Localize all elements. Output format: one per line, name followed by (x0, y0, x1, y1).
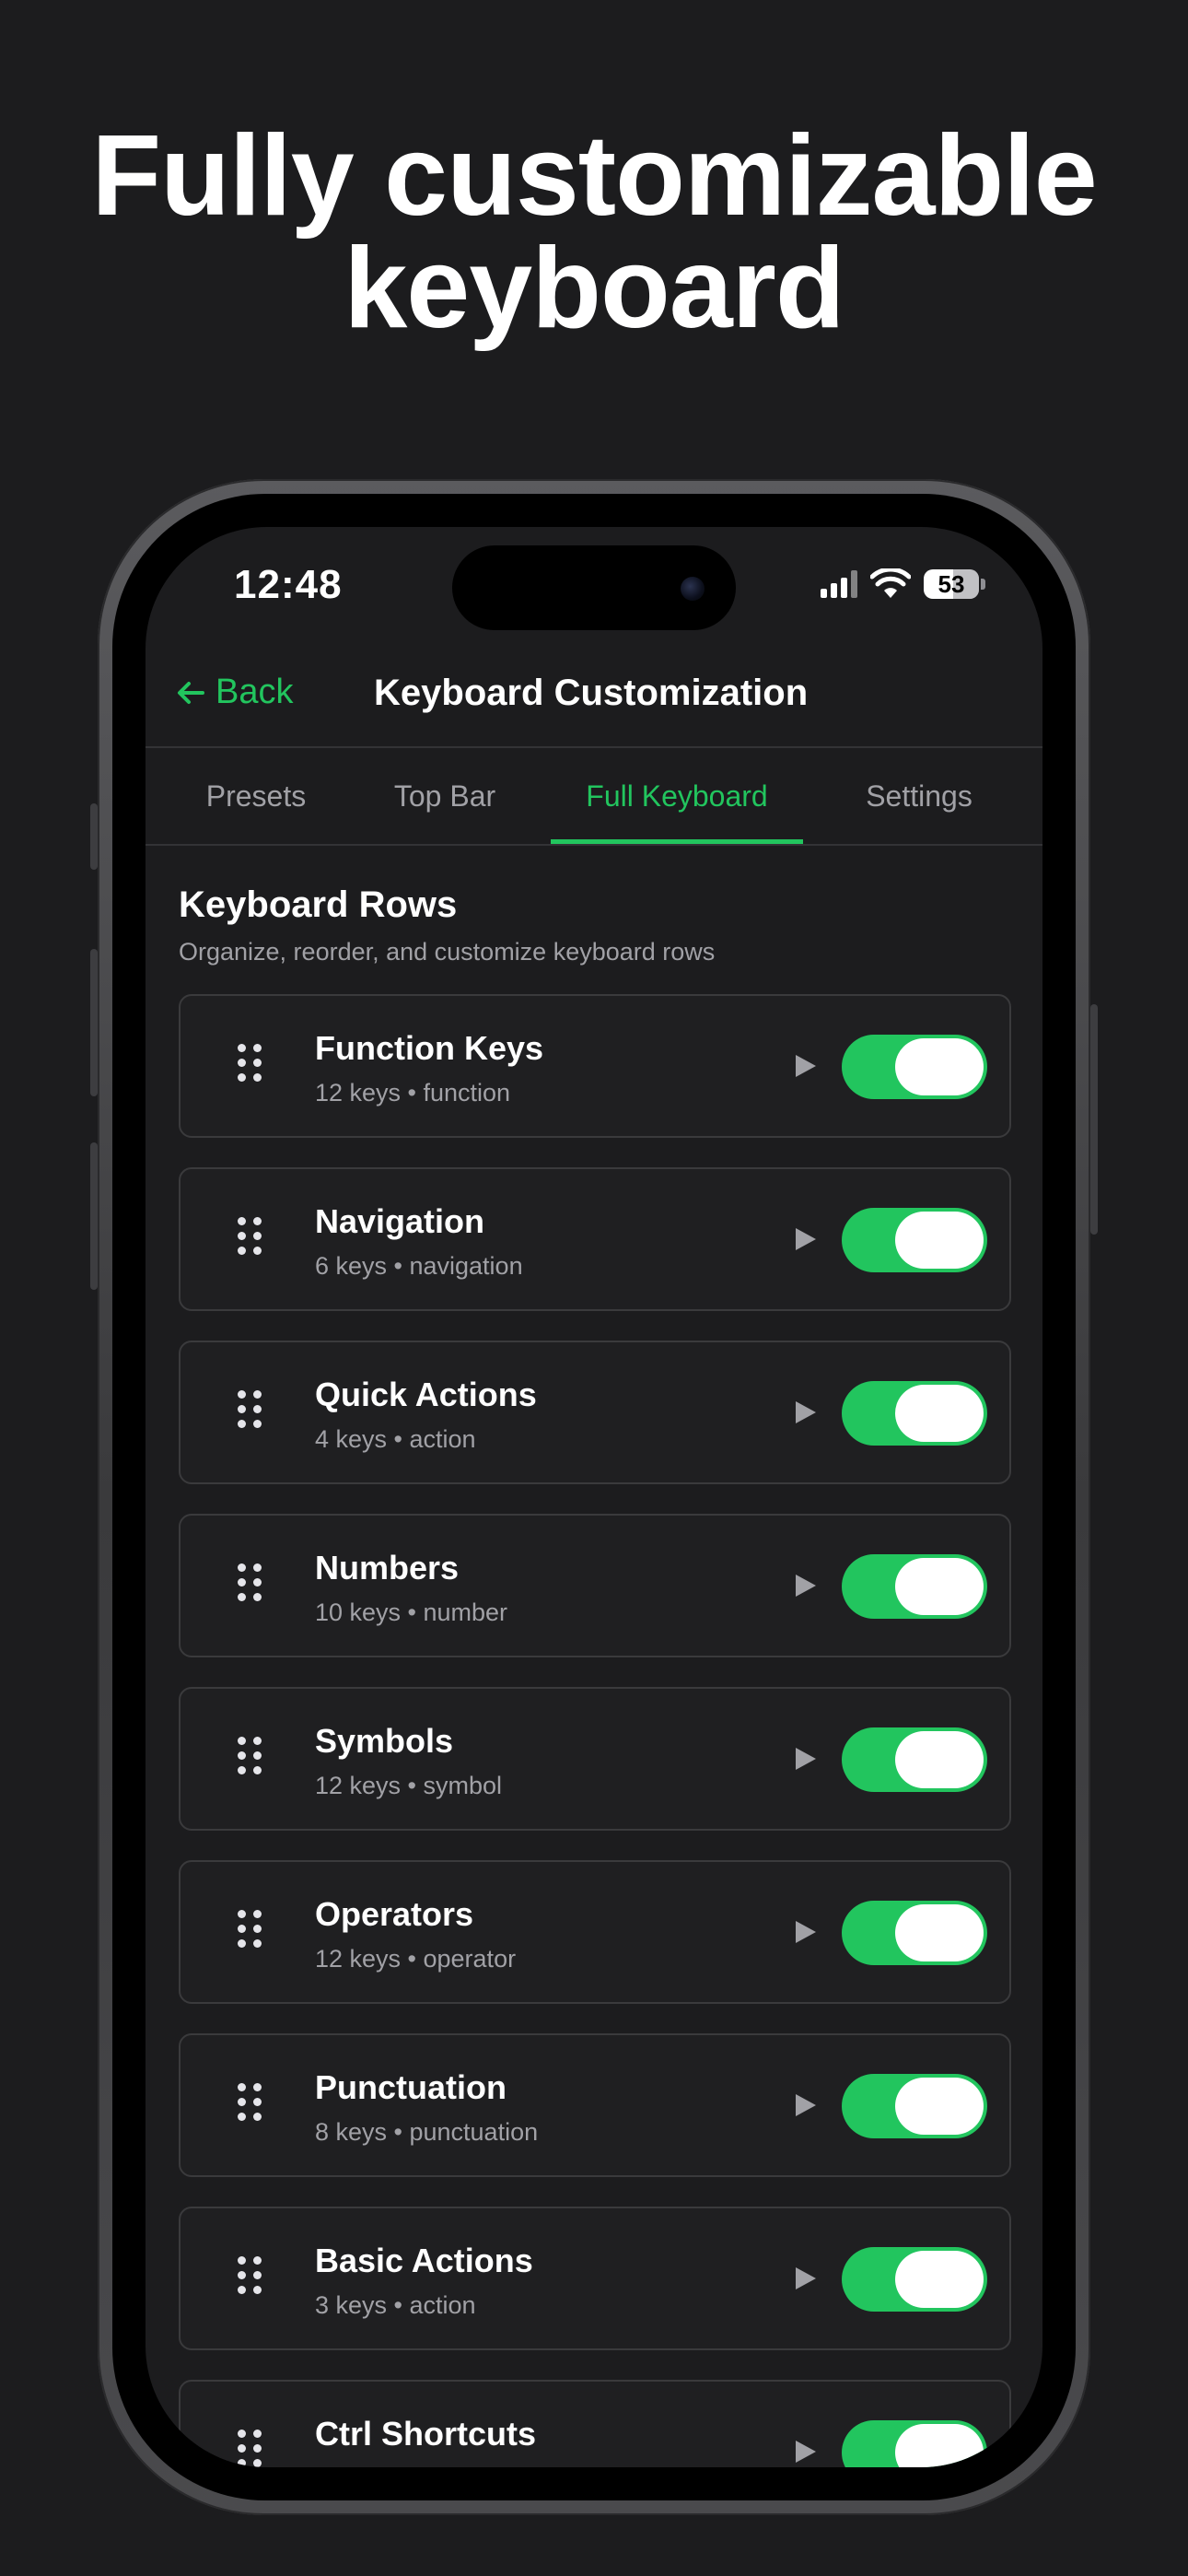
list-item[interactable]: Operators 12 keys • operator (179, 1860, 1011, 2004)
row-meta: 12 keys • operator (315, 1945, 517, 1973)
headline: Fully customizable keyboard (0, 112, 1188, 352)
row-toggle[interactable] (842, 1727, 987, 1792)
drag-handle-icon[interactable] (238, 1910, 262, 1954)
dynamic-island (452, 545, 736, 630)
row-title: Ctrl Shortcuts (315, 2415, 537, 2453)
status-indicators: 53 (821, 566, 985, 603)
list-item[interactable]: Punctuation 8 keys • punctuation (179, 2033, 1011, 2177)
row-toggle[interactable] (842, 1035, 987, 1099)
battery-level: 53 (938, 570, 965, 598)
list-item[interactable]: Function Keys 12 keys • function (179, 994, 1011, 1138)
back-button[interactable]: Back (177, 673, 293, 712)
tab-top-bar[interactable]: Top Bar (367, 748, 523, 844)
cellular-signal-icon (821, 570, 857, 598)
row-meta: 8 keys • punctuation (315, 2118, 539, 2146)
keyboard-rows-list: Function Keys 12 keys • function Navigat… (179, 994, 1011, 2467)
expand-arrow-icon[interactable] (796, 1228, 816, 1250)
headline-line-2: keyboard (344, 225, 844, 352)
list-item[interactable]: Navigation 6 keys • navigation (179, 1167, 1011, 1311)
list-item[interactable]: Numbers 10 keys • number (179, 1514, 1011, 1657)
battery-icon: 53 (924, 569, 979, 599)
list-item[interactable]: Symbols 12 keys • symbol (179, 1687, 1011, 1831)
drag-handle-icon[interactable] (238, 2256, 262, 2301)
wifi-icon (870, 568, 911, 598)
tab-full-keyboard[interactable]: Full Keyboard (551, 748, 803, 844)
row-toggle[interactable] (842, 1554, 987, 1619)
drag-handle-icon[interactable] (238, 1217, 262, 1261)
battery-tip (981, 579, 985, 590)
row-title: Navigation (315, 1202, 485, 1240)
expand-arrow-icon[interactable] (796, 1401, 816, 1423)
row-meta: 12 keys • symbol (315, 1772, 503, 1799)
row-meta: 3 keys • action (315, 2291, 476, 2319)
volume-down-button (90, 1142, 98, 1290)
row-meta: 10 keys • number (315, 1598, 508, 1626)
drag-handle-icon[interactable] (238, 1737, 262, 1781)
drag-handle-icon[interactable] (238, 1044, 262, 1088)
status-time: 12:48 (234, 562, 343, 607)
row-title: Function Keys (315, 1029, 544, 1067)
expand-arrow-icon[interactable] (796, 1921, 816, 1943)
expand-arrow-icon[interactable] (796, 1575, 816, 1597)
tab-settings[interactable]: Settings (836, 748, 1002, 844)
tab-bar: Presets Top Bar Full Keyboard Settings (146, 748, 1042, 846)
expand-arrow-icon[interactable] (796, 1748, 816, 1770)
list-item[interactable]: Ctrl Shortcuts (179, 2380, 1011, 2467)
row-toggle[interactable] (842, 2074, 987, 2138)
row-title: Punctuation (315, 2068, 507, 2106)
volume-up-button (90, 949, 98, 1096)
action-button (90, 803, 98, 870)
drag-handle-icon[interactable] (238, 2083, 262, 2127)
row-toggle[interactable] (842, 1901, 987, 1965)
back-label: Back (215, 673, 294, 711)
expand-arrow-icon[interactable] (796, 2441, 816, 2463)
expand-arrow-icon[interactable] (796, 1055, 816, 1077)
row-title: Symbols (315, 1722, 454, 1760)
arrow-left-icon (178, 681, 204, 704)
drag-handle-icon[interactable] (238, 1563, 262, 1608)
tab-presets[interactable]: Presets (182, 748, 330, 844)
row-toggle[interactable] (842, 1208, 987, 1272)
drag-handle-icon[interactable] (238, 1390, 262, 1434)
headline-line-1: Fully customizable (91, 112, 1097, 240)
section-subtitle: Organize, reorder, and customize keyboar… (179, 938, 716, 966)
row-title: Numbers (315, 1549, 460, 1587)
row-title: Operators (315, 1895, 474, 1933)
row-toggle[interactable] (842, 1381, 987, 1446)
power-button (1090, 1004, 1098, 1235)
row-meta: 6 keys • navigation (315, 1252, 523, 1280)
row-title: Basic Actions (315, 2242, 533, 2279)
row-toggle[interactable] (842, 2247, 987, 2312)
camera-icon (681, 577, 705, 601)
page-title: Keyboard Customization (374, 673, 809, 713)
row-meta: 12 keys • function (315, 1079, 511, 1107)
nav-bar: Back Keyboard Customization (146, 645, 1042, 748)
row-title: Quick Actions (315, 1376, 537, 1413)
list-item[interactable]: Basic Actions 3 keys • action (179, 2207, 1011, 2350)
row-meta: 4 keys • action (315, 1425, 476, 1453)
section-title: Keyboard Rows (179, 884, 458, 925)
expand-arrow-icon[interactable] (796, 2094, 816, 2116)
list-item[interactable]: Quick Actions 4 keys • action (179, 1341, 1011, 1484)
row-toggle[interactable] (842, 2420, 987, 2467)
phone-screen: 12:48 53 Back Keyboard Customization Pre… (146, 527, 1042, 2467)
drag-handle-icon[interactable] (238, 2430, 262, 2467)
expand-arrow-icon[interactable] (796, 2267, 816, 2289)
